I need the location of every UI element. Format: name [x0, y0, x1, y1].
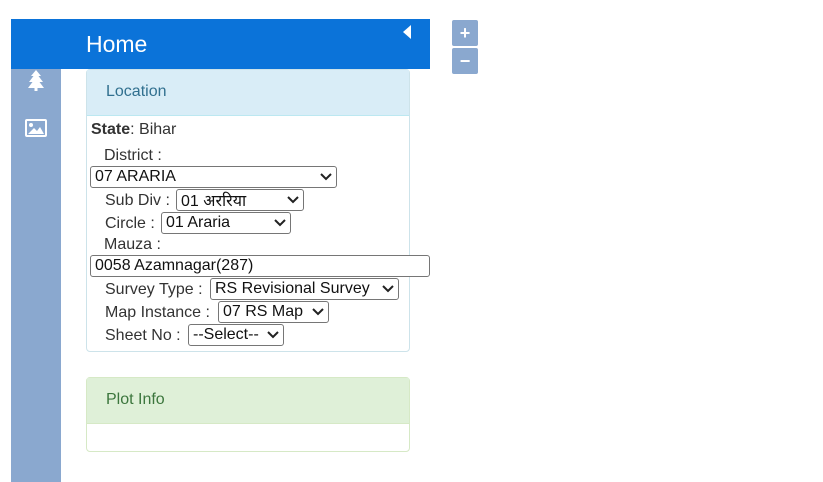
subdiv-select[interactable]: 01 अररिया: [176, 189, 304, 211]
mauza-label: Mauza :: [104, 236, 161, 253]
chevron-down-icon: [267, 331, 279, 339]
tree-icon[interactable]: [11, 69, 61, 91]
map-instance-label: Map Instance :: [105, 304, 210, 321]
circle-select[interactable]: 01 Araria: [161, 212, 291, 234]
survey-type-label: Survey Type :: [105, 281, 203, 298]
chevron-down-icon: [312, 308, 324, 316]
survey-type-select-value: RS Revisional Survey: [215, 280, 370, 297]
map-instance-select-value: 07 RS Map: [223, 303, 304, 320]
subdiv-select-value: 01 अररिया: [181, 193, 247, 210]
mauza-select-value: 0058 Azamnagar(287): [95, 257, 254, 274]
district-select[interactable]: 07 ARARIA: [90, 166, 337, 188]
image-icon[interactable]: [11, 119, 61, 137]
chevron-down-icon: [382, 285, 394, 293]
state-label: State: [91, 121, 131, 138]
header-bar: Home: [11, 19, 430, 69]
chevron-down-icon: [287, 196, 299, 204]
state-value: : Bihar: [130, 121, 177, 138]
zoom-in-button[interactable]: +: [452, 20, 478, 46]
sheet-no-label: Sheet No :: [105, 327, 181, 344]
circle-label: Circle :: [105, 215, 155, 232]
sheet-no-select[interactable]: --Select--: [188, 324, 284, 346]
collapse-left-icon[interactable]: [402, 25, 412, 44]
district-label: District :: [104, 147, 162, 164]
state-row: State: Bihar: [91, 121, 176, 139]
page-title: Home: [86, 31, 148, 57]
survey-type-select[interactable]: RS Revisional Survey: [210, 278, 399, 300]
sidebar: [11, 19, 61, 482]
zoom-out-button[interactable]: −: [452, 48, 478, 74]
chevron-down-icon: [320, 173, 332, 181]
location-panel-title: Location: [87, 70, 409, 116]
chevron-down-icon: [274, 219, 286, 227]
circle-select-value: 01 Araria: [166, 214, 231, 231]
sheet-no-select-value: --Select--: [193, 326, 259, 343]
map-instance-select[interactable]: 07 RS Map: [218, 301, 329, 323]
district-select-value: 07 ARARIA: [95, 168, 176, 185]
plot-info-panel: Plot Info: [86, 377, 410, 452]
plot-info-panel-title: Plot Info: [87, 378, 409, 424]
mauza-select[interactable]: 0058 Azamnagar(287): [90, 255, 430, 277]
subdiv-label: Sub Div :: [105, 192, 170, 209]
